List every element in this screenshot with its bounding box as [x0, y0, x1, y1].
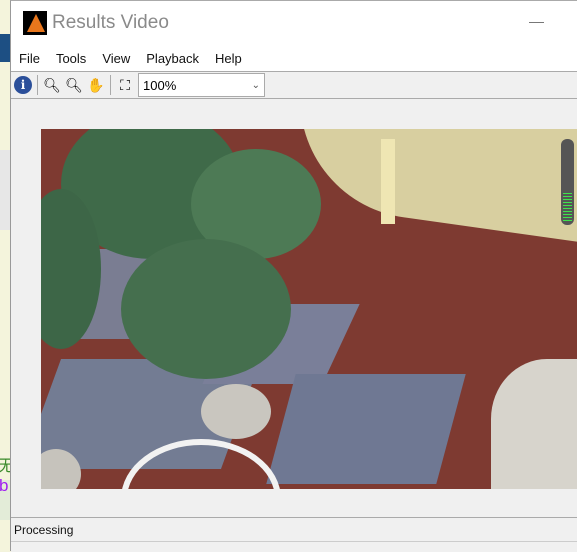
status-bar: Processing [11, 517, 577, 541]
menu-file[interactable]: File [19, 51, 40, 66]
background-text: b [0, 476, 9, 495]
info-button[interactable]: i [12, 74, 34, 96]
title-bar[interactable]: Results Video [11, 1, 577, 45]
zoom-level-select[interactable]: 100% ⌄ [138, 73, 265, 97]
chevron-down-icon: ⌄ [251, 79, 260, 91]
matlab-logo-icon [23, 11, 47, 35]
toolbar: i 🔍︎ 🔍︎ ✋ ⛶ 100% ⌄ [11, 72, 577, 99]
pan-hand-icon[interactable]: ✋ [85, 74, 107, 96]
toolbar-separator [37, 75, 38, 95]
minimize-button[interactable] [529, 22, 544, 23]
fit-to-window-icon[interactable]: ⛶ [114, 74, 136, 96]
zoom-in-icon[interactable]: 🔍︎ [41, 74, 63, 96]
zoom-level-value: 100% [143, 77, 177, 93]
scene-wall [284, 129, 577, 257]
scene-gravel [201, 384, 271, 439]
status-text: Processing [14, 523, 74, 537]
menu-playback[interactable]: Playback [146, 51, 199, 66]
scene-tile [266, 374, 466, 484]
toolbar-separator [110, 75, 111, 95]
scene-tree [121, 239, 291, 379]
window-title: Results Video [52, 12, 169, 33]
zoom-out-icon[interactable]: 🔍︎ [63, 74, 85, 96]
menu-tools[interactable]: Tools [56, 51, 86, 66]
scene-pillar [381, 139, 395, 224]
menu-view[interactable]: View [102, 51, 130, 66]
menu-bar: File Tools View Playback Help [11, 45, 577, 72]
window-bottom-edge [11, 541, 577, 552]
info-icon: i [14, 76, 32, 94]
level-meter-fill [563, 192, 572, 223]
results-video-window: Results Video File Tools View Playback H… [10, 0, 577, 552]
level-meter [561, 139, 574, 225]
video-frame[interactable] [41, 129, 577, 489]
menu-help[interactable]: Help [215, 51, 242, 66]
scene-gravel [491, 359, 577, 489]
